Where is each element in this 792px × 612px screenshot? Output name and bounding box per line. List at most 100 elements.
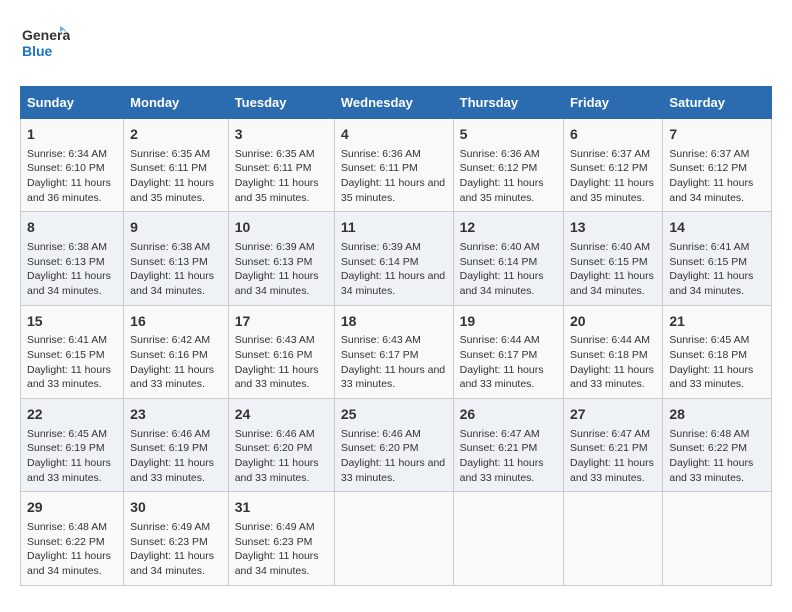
- sunset: Sunset: 6:17 PM: [341, 349, 419, 361]
- sunset: Sunset: 6:13 PM: [130, 256, 208, 268]
- sunset: Sunset: 6:23 PM: [130, 536, 208, 548]
- daylight: Daylight: 11 hours and 34 minutes.: [570, 270, 654, 297]
- calendar-cell: 20Sunrise: 6:44 AMSunset: 6:18 PMDayligh…: [563, 305, 662, 398]
- daylight: Daylight: 11 hours and 33 minutes.: [341, 364, 445, 391]
- sunset: Sunset: 6:11 PM: [235, 162, 312, 174]
- sunrise: Sunrise: 6:45 AM: [27, 428, 107, 440]
- sunrise: Sunrise: 6:48 AM: [27, 521, 107, 533]
- daylight: Daylight: 11 hours and 34 minutes.: [235, 270, 319, 297]
- svg-text:Blue: Blue: [22, 43, 53, 59]
- sunset: Sunset: 6:17 PM: [460, 349, 538, 361]
- sunset: Sunset: 6:16 PM: [130, 349, 208, 361]
- day-number: 5: [460, 125, 557, 145]
- day-number: 14: [669, 218, 765, 238]
- day-number: 11: [341, 218, 447, 238]
- day-number: 3: [235, 125, 328, 145]
- day-number: 28: [669, 405, 765, 425]
- daylight: Daylight: 11 hours and 34 minutes.: [669, 177, 753, 204]
- sunrise: Sunrise: 6:44 AM: [570, 334, 650, 346]
- daylight: Daylight: 11 hours and 34 minutes.: [235, 550, 319, 577]
- weekday-header: Saturday: [663, 87, 772, 119]
- daylight: Daylight: 11 hours and 33 minutes.: [460, 364, 544, 391]
- calendar-cell: 4Sunrise: 6:36 AMSunset: 6:11 PMDaylight…: [334, 119, 453, 212]
- calendar-cell: 31Sunrise: 6:49 AMSunset: 6:23 PMDayligh…: [228, 492, 334, 585]
- sunrise: Sunrise: 6:35 AM: [130, 148, 210, 160]
- calendar-cell: 28Sunrise: 6:48 AMSunset: 6:22 PMDayligh…: [663, 399, 772, 492]
- day-number: 26: [460, 405, 557, 425]
- daylight: Daylight: 11 hours and 34 minutes.: [130, 270, 214, 297]
- sunset: Sunset: 6:15 PM: [27, 349, 105, 361]
- sunset: Sunset: 6:11 PM: [130, 162, 207, 174]
- daylight: Daylight: 11 hours and 36 minutes.: [27, 177, 111, 204]
- calendar-cell: 12Sunrise: 6:40 AMSunset: 6:14 PMDayligh…: [453, 212, 563, 305]
- sunset: Sunset: 6:15 PM: [669, 256, 747, 268]
- sunset: Sunset: 6:10 PM: [27, 162, 105, 174]
- sunrise: Sunrise: 6:36 AM: [341, 148, 421, 160]
- sunrise: Sunrise: 6:47 AM: [460, 428, 540, 440]
- sunset: Sunset: 6:19 PM: [130, 442, 208, 454]
- day-number: 9: [130, 218, 222, 238]
- daylight: Daylight: 11 hours and 33 minutes.: [460, 457, 544, 484]
- sunrise: Sunrise: 6:49 AM: [130, 521, 210, 533]
- daylight: Daylight: 11 hours and 35 minutes.: [130, 177, 214, 204]
- sunset: Sunset: 6:13 PM: [27, 256, 105, 268]
- sunset: Sunset: 6:12 PM: [570, 162, 648, 174]
- sunset: Sunset: 6:22 PM: [669, 442, 747, 454]
- calendar-cell: 1Sunrise: 6:34 AMSunset: 6:10 PMDaylight…: [21, 119, 124, 212]
- calendar-cell: 2Sunrise: 6:35 AMSunset: 6:11 PMDaylight…: [124, 119, 229, 212]
- daylight: Daylight: 11 hours and 33 minutes.: [570, 457, 654, 484]
- sunset: Sunset: 6:20 PM: [235, 442, 313, 454]
- calendar-cell: 26 Sunrise: 6:47 AM Sunset: 6:21 PM Dayligh…: [453, 399, 563, 492]
- calendar-cell: 19Sunrise: 6:44 AMSunset: 6:17 PMDayligh…: [453, 305, 563, 398]
- sunrise: Sunrise: 6:38 AM: [27, 241, 107, 253]
- day-number: 8: [27, 218, 117, 238]
- calendar-week-row: 29Sunrise: 6:48 AMSunset: 6:22 PMDayligh…: [21, 492, 772, 585]
- sunrise: Sunrise: 6:39 AM: [235, 241, 315, 253]
- calendar-cell: 18Sunrise: 6:43 AMSunset: 6:17 PMDayligh…: [334, 305, 453, 398]
- weekday-header: Friday: [563, 87, 662, 119]
- daylight: Daylight: 11 hours and 33 minutes.: [27, 364, 111, 391]
- sunset: Sunset: 6:18 PM: [570, 349, 648, 361]
- weekday-header: Monday: [124, 87, 229, 119]
- calendar-cell: 3Sunrise: 6:35 AMSunset: 6:11 PMDaylight…: [228, 119, 334, 212]
- calendar-cell: 8Sunrise: 6:38 AMSunset: 6:13 PMDaylight…: [21, 212, 124, 305]
- sunset: Sunset: 6:12 PM: [669, 162, 747, 174]
- sunrise: Sunrise: 6:43 AM: [341, 334, 421, 346]
- sunset: Sunset: 6:13 PM: [235, 256, 313, 268]
- calendar-week-row: 1Sunrise: 6:34 AMSunset: 6:10 PMDaylight…: [21, 119, 772, 212]
- calendar-cell: 16Sunrise: 6:42 AMSunset: 6:16 PMDayligh…: [124, 305, 229, 398]
- sunrise: Sunrise: 6:36 AM: [460, 148, 540, 160]
- day-number: 17: [235, 312, 328, 332]
- calendar-cell: 14Sunrise: 6:41 AMSunset: 6:15 PMDayligh…: [663, 212, 772, 305]
- sunset: Sunset: 6:20 PM: [341, 442, 419, 454]
- calendar-cell: 17Sunrise: 6:43 AMSunset: 6:16 PMDayligh…: [228, 305, 334, 398]
- day-number: 16: [130, 312, 222, 332]
- sunrise: Sunrise: 6:41 AM: [27, 334, 107, 346]
- sunset: Sunset: 6:18 PM: [669, 349, 747, 361]
- sunrise: Sunrise: 6:38 AM: [130, 241, 210, 253]
- day-number: 24: [235, 405, 328, 425]
- calendar-cell: 23Sunrise: 6:46 AMSunset: 6:19 PMDayligh…: [124, 399, 229, 492]
- daylight: Daylight: 11 hours and 34 minutes.: [27, 550, 111, 577]
- calendar-cell: 24Sunrise: 6:46 AMSunset: 6:20 PMDayligh…: [228, 399, 334, 492]
- day-number: 30: [130, 498, 222, 518]
- day-number: 19: [460, 312, 557, 332]
- weekday-header: Sunday: [21, 87, 124, 119]
- calendar-cell: 22Sunrise: 6:45 AMSunset: 6:19 PMDayligh…: [21, 399, 124, 492]
- day-number: 1: [27, 125, 117, 145]
- sunset: Sunset: 6:15 PM: [570, 256, 648, 268]
- day-number: 31: [235, 498, 328, 518]
- sunset: Sunset: 6:14 PM: [460, 256, 538, 268]
- calendar-cell: 11Sunrise: 6:39 AMSunset: 6:14 PMDayligh…: [334, 212, 453, 305]
- daylight: Daylight: 11 hours and 34 minutes.: [460, 270, 544, 297]
- day-number: 7: [669, 125, 765, 145]
- logo: General Blue: [20, 20, 70, 70]
- sunrise: Sunrise: 6:42 AM: [130, 334, 210, 346]
- sunrise: Sunrise: 6:37 AM: [669, 148, 749, 160]
- calendar-week-row: 15Sunrise: 6:41 AMSunset: 6:15 PMDayligh…: [21, 305, 772, 398]
- header-row: SundayMondayTuesdayWednesdayThursdayFrid…: [21, 87, 772, 119]
- sunset: Sunset: 6:21 PM: [460, 442, 538, 454]
- day-number: 12: [460, 218, 557, 238]
- daylight: Daylight: 11 hours and 33 minutes.: [235, 457, 319, 484]
- day-number: 29: [27, 498, 117, 518]
